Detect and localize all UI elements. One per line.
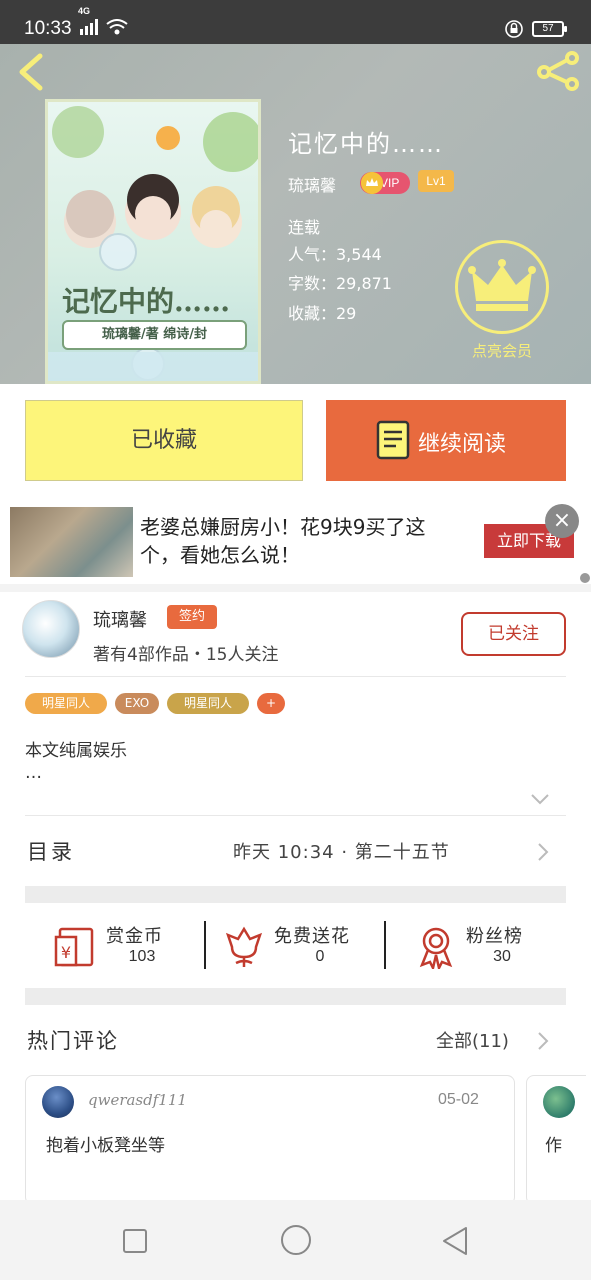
continue-reading-button[interactable]: 继续阅读 — [326, 400, 566, 481]
comment-text: 抱着小板凳坐等 — [46, 1136, 165, 1156]
free-flower-count: 0 — [315, 948, 325, 965]
comment-text: 作 — [545, 1136, 562, 1156]
share-icon[interactable] — [535, 50, 581, 92]
commenter-name[interactable]: qwerasdf111 — [88, 1091, 187, 1109]
chevron-right-icon[interactable] — [537, 842, 549, 862]
commenter-avatar[interactable] — [42, 1086, 74, 1118]
section-divider — [25, 886, 566, 903]
crown-icon — [361, 172, 383, 194]
comment-date: 05-02 — [438, 1091, 479, 1108]
tag-chip[interactable]: 明星同人 — [167, 693, 249, 714]
battery-icon: 57 — [532, 21, 567, 37]
follow-button[interactable]: 已关注 — [461, 612, 566, 656]
commenter-avatar[interactable] — [543, 1086, 575, 1118]
back-nav-icon[interactable] — [440, 1225, 470, 1257]
network-type: 4G — [78, 6, 91, 16]
fan-rank-count: 30 — [493, 948, 511, 965]
level-badge: Lv1 — [418, 170, 454, 192]
tag-chip[interactable]: EXO — [115, 693, 159, 714]
fan-rank-label[interactable]: 粉丝榜 — [466, 922, 523, 948]
gift-coin-count: 103 — [128, 948, 156, 965]
popularity: 人气：3,544 — [288, 245, 382, 264]
book-author[interactable]: 琉璃馨 — [288, 172, 336, 196]
continue-reading-label: 继续阅读 — [418, 432, 507, 457]
section-divider — [25, 988, 566, 1005]
member-button[interactable] — [455, 240, 549, 334]
divider — [25, 815, 566, 816]
gift-coin-label[interactable]: 赏金币 — [106, 922, 163, 948]
add-tag-button[interactable]: + — [257, 693, 285, 714]
word-count: 字数：29,871 — [288, 274, 392, 293]
member-label[interactable]: 点亮会员 — [460, 340, 544, 361]
book-header: 记忆中的…… 琉璃馨/著 绵诗/封 记忆中的…… 琉璃馨 VIP Lv1 连载 … — [0, 44, 591, 384]
divider — [384, 921, 386, 969]
home-button[interactable] — [281, 1225, 311, 1255]
description-line: 本文纯属娱乐 — [25, 741, 127, 761]
catalog-label[interactable]: 目录 — [27, 836, 75, 866]
flower-icon[interactable] — [222, 925, 266, 969]
signed-badge: 签约 — [167, 605, 217, 629]
latest-chapter[interactable]: 昨天 10:34 · 第二十五节 — [233, 838, 450, 864]
author-avatar[interactable] — [22, 600, 80, 658]
chevron-right-icon[interactable] — [537, 1031, 549, 1051]
cover-author-art: 琉璃馨/著 绵诗/封 — [62, 320, 247, 350]
book-cover[interactable]: 记忆中的…… 琉璃馨/著 绵诗/封 — [45, 99, 261, 384]
book-description: 本文纯属娱乐 … — [25, 740, 127, 784]
section-divider — [0, 584, 591, 592]
book-title: 记忆中的…… — [288, 130, 444, 158]
red-envelope-icon[interactable]: ¥ — [52, 925, 96, 969]
author-meta: 著有4部作品・15人关注 — [93, 645, 279, 665]
signal-icon — [80, 19, 98, 35]
collected-button[interactable]: 已收藏 — [25, 400, 303, 481]
system-nav-bar — [0, 1200, 591, 1280]
ad-image[interactable] — [10, 507, 133, 577]
ad-info-icon — [580, 573, 590, 583]
serial-status: 连载 — [288, 218, 321, 237]
all-comments-link[interactable]: 全部(11) — [436, 1027, 509, 1053]
status-time: 10:33 — [24, 18, 72, 39]
ad-banner[interactable]: 老婆总嫌厨房小！花9块9买了这个，看她怎么说！ 立即下载 × — [0, 500, 591, 584]
close-icon[interactable]: × — [545, 504, 579, 538]
description-ellipsis: … — [25, 763, 42, 783]
ad-text[interactable]: 老婆总嫌厨房小！花9块9买了这个，看她怎么说！ — [140, 513, 460, 569]
back-icon[interactable] — [14, 52, 50, 92]
lock-rotation-icon — [505, 20, 523, 38]
award-icon[interactable] — [414, 925, 458, 969]
tag-chip[interactable]: 明星同人 — [25, 693, 107, 714]
author-name[interactable]: 琉璃馨 — [93, 606, 147, 632]
favorites-count: 收藏：29 — [288, 304, 357, 323]
hot-comments-label: 热门评论 — [27, 1029, 119, 1053]
divider — [25, 676, 566, 677]
recents-button[interactable] — [123, 1229, 147, 1253]
comment-card[interactable]: qwerasdf111 05-02 抱着小板凳坐等 — [25, 1075, 515, 1205]
cover-title-art: 记忆中的…… — [62, 285, 231, 318]
divider — [204, 921, 206, 969]
status-bar: 10:33 4G 57 — [0, 0, 591, 44]
book-icon — [376, 420, 410, 460]
free-flower-label[interactable]: 免费送花 — [274, 922, 350, 948]
svg-text:¥: ¥ — [61, 943, 71, 962]
crown-icon — [468, 259, 536, 311]
comment-card[interactable]: 作 — [526, 1075, 586, 1205]
wifi-icon — [106, 19, 128, 35]
chevron-down-icon[interactable] — [530, 792, 550, 806]
